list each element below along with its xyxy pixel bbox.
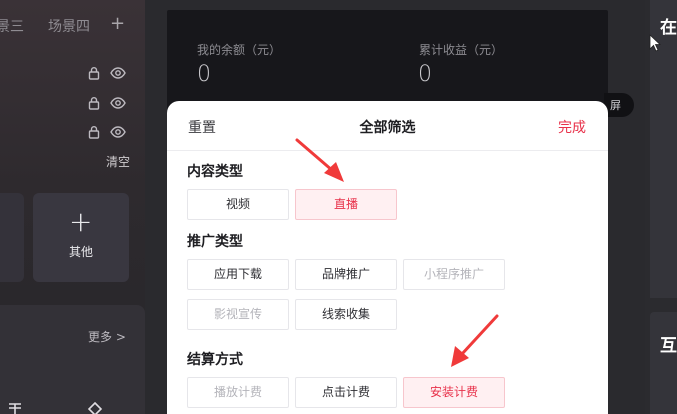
- balance-value: 0: [197, 62, 211, 87]
- cursor-icon: [649, 34, 661, 52]
- more-section: [0, 305, 145, 414]
- right-heading-bottom: 互: [660, 336, 677, 356]
- balance-label: 我的余额（元）: [197, 43, 282, 57]
- section-title-promo-type: 推广类型: [187, 234, 243, 250]
- earnings-label: 累计收益（元）: [419, 43, 504, 57]
- done-button[interactable]: 完成: [558, 117, 586, 137]
- add-scene-button[interactable]: +: [110, 13, 125, 34]
- chip-live[interactable]: 直播: [295, 189, 397, 220]
- scene-row-controls: [88, 96, 132, 112]
- chip-click-billing[interactable]: 点击计费: [295, 377, 397, 408]
- chip-brand-promo[interactable]: 品牌推广: [295, 259, 397, 290]
- chip-app-download[interactable]: 应用下载: [187, 259, 289, 290]
- scene-row-controls: [88, 66, 132, 82]
- fullscreen-pill[interactable]: 屏: [604, 93, 634, 117]
- section-title-content-type: 内容类型: [187, 164, 243, 180]
- pill-text: 屏: [610, 99, 621, 112]
- scene-tabs: 景三 场景四 +: [0, 13, 145, 40]
- tab-scene-4[interactable]: 场景四: [48, 16, 90, 36]
- diamond-icon[interactable]: [86, 402, 104, 414]
- right-bottom-card: [650, 312, 677, 414]
- media-tile[interactable]: [0, 193, 24, 282]
- section-title-billing: 结算方式: [187, 352, 243, 368]
- chip-film-promo[interactable]: 影视宣传: [187, 299, 289, 330]
- other-tile[interactable]: + 其他: [33, 193, 129, 282]
- sheet-header: 重置 全部筛选 完成: [167, 101, 608, 151]
- lock-icon[interactable]: [88, 66, 100, 80]
- eye-icon[interactable]: [110, 125, 126, 139]
- chip-play-billing[interactable]: 播放计费: [187, 377, 289, 408]
- right-heading-top: 在: [660, 18, 677, 38]
- eye-icon[interactable]: [110, 66, 126, 80]
- earnings-value: 0: [418, 62, 432, 87]
- chip-mini-program[interactable]: 小程序推广: [403, 259, 505, 290]
- scene-row-controls: [88, 125, 132, 141]
- chip-video[interactable]: 视频: [187, 189, 289, 220]
- stand-icon[interactable]: [6, 402, 24, 414]
- chip-install-billing[interactable]: 安装计费: [403, 377, 505, 408]
- eye-icon[interactable]: [110, 96, 126, 110]
- tab-scene-3[interactable]: 景三: [0, 16, 24, 36]
- lock-icon[interactable]: [88, 96, 100, 110]
- lock-icon[interactable]: [88, 125, 100, 139]
- plus-icon: +: [69, 205, 93, 238]
- sheet-title: 全部筛选: [359, 120, 416, 136]
- other-tile-label: 其他: [68, 245, 93, 259]
- filter-sheet: 重置 全部筛选 完成 内容类型 视频 直播 推广类型 应用下载 品牌推广 小程序…: [167, 101, 608, 414]
- more-link[interactable]: 更多 >: [88, 328, 126, 345]
- clear-button[interactable]: 清空: [106, 153, 130, 170]
- chip-lead-collection[interactable]: 线索收集: [295, 299, 397, 330]
